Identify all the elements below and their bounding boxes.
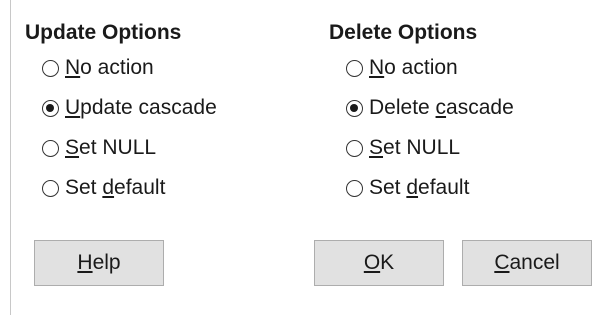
radio-set-default-update[interactable] <box>42 179 59 197</box>
update-option-set-default[interactable]: Set default <box>25 168 217 208</box>
cancel-button[interactable]: Cancel <box>462 240 592 286</box>
relations-dialog: Update Options No action Update cascade … <box>0 0 607 315</box>
cancel-button-label: Cancel <box>494 251 560 274</box>
delete-options-group: Delete Options No action Delete cascade … <box>329 18 514 208</box>
delete-option-set-null[interactable]: Set NULL <box>329 128 514 168</box>
update-option-label: Update cascade <box>65 96 217 119</box>
delete-options-title: Delete Options <box>329 21 478 44</box>
radio-no-action-delete[interactable] <box>346 59 363 77</box>
update-option-set-null[interactable]: Set NULL <box>25 128 217 168</box>
update-options-group: Update Options No action Update cascade … <box>25 18 217 208</box>
radio-delete-cascade[interactable] <box>346 99 363 117</box>
update-option-label: Set NULL <box>65 136 157 159</box>
ok-button-label: OK <box>363 251 395 274</box>
update-option-no-action[interactable]: No action <box>25 48 217 88</box>
radio-update-cascade[interactable] <box>42 99 59 117</box>
delete-option-label: Delete cascade <box>369 96 514 119</box>
radio-set-null-update[interactable] <box>42 139 59 157</box>
delete-option-label: No action <box>369 56 458 79</box>
help-button-label: Help <box>77 251 121 274</box>
window-edge <box>10 0 11 315</box>
delete-option-delete-cascade[interactable]: Delete cascade <box>329 88 514 128</box>
delete-option-label: Set default <box>369 176 470 199</box>
radio-set-null-delete[interactable] <box>346 139 363 157</box>
delete-option-label: Set NULL <box>369 136 461 159</box>
radio-no-action-update[interactable] <box>42 59 59 77</box>
update-option-label: Set default <box>65 176 166 199</box>
radio-set-default-delete[interactable] <box>346 179 363 197</box>
update-options-title: Update Options <box>25 21 182 44</box>
delete-option-no-action[interactable]: No action <box>329 48 514 88</box>
update-option-update-cascade[interactable]: Update cascade <box>25 88 217 128</box>
help-button[interactable]: Help <box>34 240 164 286</box>
update-option-label: No action <box>65 56 154 79</box>
delete-option-set-default[interactable]: Set default <box>329 168 514 208</box>
ok-button[interactable]: OK <box>314 240 444 286</box>
